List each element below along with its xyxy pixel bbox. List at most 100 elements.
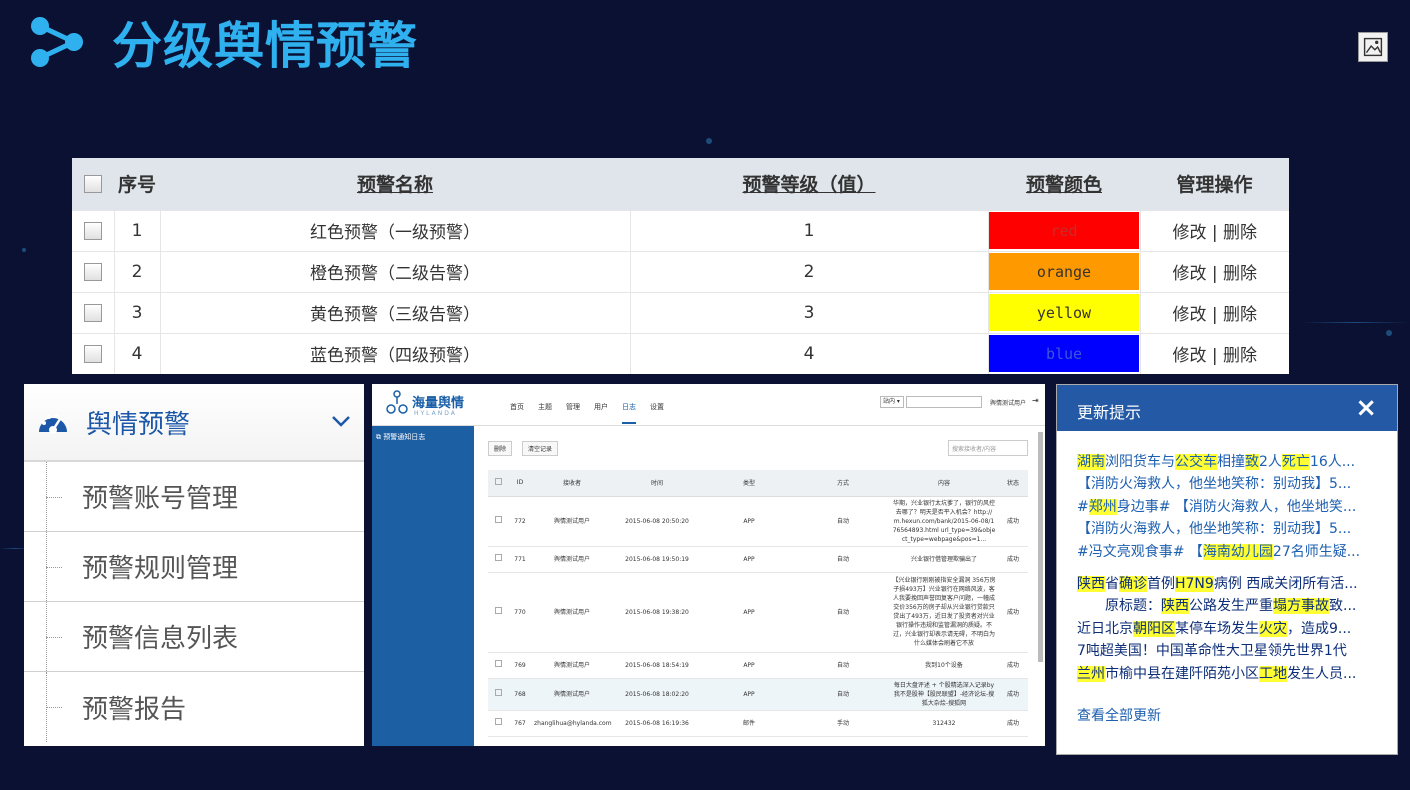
- table-row[interactable]: 769 舆情测试用户 2015-06-08 18:54:19 APP 自动 我到10个设备…: [488, 652, 1028, 679]
- nav-settings[interactable]: 设置: [650, 402, 664, 424]
- close-icon[interactable]: ×: [1355, 393, 1377, 423]
- update-item[interactable]: 陕西省确诊首例H7N9病例 西咸关闭所有活...: [1077, 573, 1377, 595]
- checkbox[interactable]: [83, 344, 102, 363]
- bg-dot: [706, 138, 712, 144]
- row-select[interactable]: [72, 250, 115, 292]
- checkbox[interactable]: [494, 718, 502, 725]
- brand-name: 海量舆情: [412, 396, 465, 411]
- checkbox[interactable]: [83, 262, 102, 281]
- menu-item-list[interactable]: 预警信息列表: [24, 602, 364, 672]
- edit-link[interactable]: 修改: [1172, 305, 1206, 325]
- edit-link[interactable]: 修改: [1172, 346, 1206, 366]
- logout-icon[interactable]: ⇥: [1032, 396, 1039, 405]
- table-row[interactable]: 771 舆情测试用户 2015-06-08 19:50:19 APP 自动 兴业银行借管理…: [488, 546, 1028, 573]
- update-item[interactable]: 兰州市榆中县在建阡陌苑小区工地发生人员...: [1077, 663, 1377, 685]
- nav-log[interactable]: 日志: [622, 402, 636, 424]
- checkbox[interactable]: [494, 607, 502, 614]
- delete-button[interactable]: 删除: [488, 440, 513, 456]
- log-row-select[interactable]: [488, 710, 508, 737]
- update-item[interactable]: #郑州身边事# 【消防火海救人，他坐地笑...: [1077, 496, 1377, 518]
- update-text: 发生人员...: [1287, 665, 1357, 682]
- log-row-select[interactable]: [488, 572, 508, 653]
- log-select-all[interactable]: [488, 470, 508, 497]
- row-select[interactable]: [72, 209, 115, 251]
- checkbox[interactable]: [494, 554, 502, 561]
- log-row-select[interactable]: [488, 652, 508, 679]
- chevron-down-icon[interactable]: [330, 410, 352, 432]
- nav-user[interactable]: 用户: [594, 402, 608, 424]
- menu-item-rules[interactable]: 预警规则管理: [24, 532, 364, 602]
- clear-records-button[interactable]: 清空记录: [522, 440, 559, 456]
- menu-item-report[interactable]: 预警报告: [24, 672, 364, 742]
- delete-link[interactable]: 删除: [1223, 305, 1257, 325]
- column-header-level[interactable]: 预警等级（值）: [630, 158, 988, 210]
- checkbox[interactable]: [494, 516, 502, 523]
- edit-link[interactable]: 修改: [1172, 223, 1206, 243]
- log-col-content: 内容: [890, 470, 998, 497]
- column-header-ops: 管理操作: [1140, 158, 1289, 210]
- nav-home[interactable]: 首页: [510, 402, 524, 424]
- checkbox[interactable]: [83, 221, 102, 240]
- update-item[interactable]: 近日北京朝阳区某停车场发生火灾，造成9...: [1077, 618, 1377, 640]
- menu-item-label: 预警规则管理: [82, 554, 239, 584]
- table-row[interactable]: 768 舆情测试用户 2015-06-08 18:02:20 APP 自动 每日大盘评述 …: [488, 678, 1028, 711]
- scope-select[interactable]: 站内 ▾: [880, 396, 904, 408]
- update-item[interactable]: #冯文亮观食事# 【海南幼儿园27名师生疑...: [1077, 541, 1377, 563]
- update-item[interactable]: 【消防火海救人，他坐地笑称：别动我】5...: [1077, 473, 1377, 495]
- update-item[interactable]: 湖南浏阳货车与公交车相撞致2人死亡16人...: [1077, 451, 1377, 473]
- sidebar-item-label: 预警通知日志: [383, 433, 426, 441]
- highlight-keyword: 海南幼儿园: [1202, 543, 1273, 560]
- log-time: 2015-06-08 18:02:20: [612, 678, 702, 711]
- update-text: 原标题：: [1077, 598, 1161, 615]
- column-header-name[interactable]: 预警名称: [160, 158, 630, 210]
- row-ops: 修改 | 删除: [1140, 250, 1289, 292]
- update-text: 公路发生严重: [1189, 598, 1273, 615]
- highlight-keyword: 朝阳区: [1133, 620, 1175, 637]
- current-user[interactable]: 舆情测试用户: [990, 398, 1026, 407]
- update-text: 近日北京: [1077, 620, 1133, 637]
- scrollbar[interactable]: [1038, 432, 1043, 662]
- checkbox[interactable]: [83, 303, 102, 322]
- log-id: 769: [508, 652, 532, 679]
- delete-link[interactable]: 删除: [1223, 223, 1257, 243]
- log-row-select[interactable]: [488, 546, 508, 573]
- checkbox[interactable]: [494, 689, 502, 696]
- row-select[interactable]: [72, 291, 115, 333]
- column-header-color[interactable]: 预警颜色: [988, 158, 1140, 210]
- table-row: 4 蓝色预警（四级预警） 4 blue 修改 | 删除: [72, 332, 1289, 374]
- log-mode: 手动: [796, 710, 890, 737]
- top-search-input[interactable]: [906, 396, 982, 408]
- color-swatch: yellow: [989, 294, 1139, 331]
- delete-link[interactable]: 删除: [1223, 264, 1257, 284]
- log-row-select[interactable]: [488, 678, 508, 711]
- nav-topic[interactable]: 主题: [538, 402, 552, 424]
- log-toolbar: 删除 清空记录 搜索接收者/内容: [488, 440, 1028, 456]
- select-all-checkbox[interactable]: [72, 158, 114, 210]
- menu-item-account[interactable]: 预警账号管理: [24, 462, 364, 532]
- row-select[interactable]: [72, 332, 115, 374]
- log-col-time: 时间: [612, 470, 702, 497]
- view-all-updates-link[interactable]: 查看全部更新: [1077, 705, 1161, 725]
- sidebar-item-notify-log[interactable]: ⧉ 预警通知日志: [372, 426, 474, 448]
- log-search-input[interactable]: 搜索接收者/内容: [948, 440, 1028, 456]
- table-row: 2 橙色预警（二级告警） 2 orange 修改 | 删除: [72, 250, 1289, 292]
- table-row[interactable]: 770 舆情测试用户 2015-06-08 19:38:20 APP 自动 【兴业银行刚刚…: [488, 572, 1028, 653]
- log-mode: 自动: [796, 546, 890, 573]
- nav-manage[interactable]: 管理: [566, 402, 580, 424]
- update-item[interactable]: 原标题：陕西公路发生严重塌方事故致...: [1077, 595, 1377, 617]
- log-table: ID 接收者 时间 类型 方式 内容 状态 772 舆情测试用户 2015-06-0…: [488, 470, 1028, 737]
- table-row[interactable]: 767 zhanglihua@hylanda.com 2015-06-08 16:1…: [488, 710, 1028, 737]
- log-row-select[interactable]: [488, 496, 508, 547]
- update-item[interactable]: 7吨超美国！中国革命性大卫星领先世界1代: [1077, 640, 1377, 662]
- edit-link[interactable]: 修改: [1172, 264, 1206, 284]
- checkbox[interactable]: [494, 478, 502, 486]
- image-icon[interactable]: [1358, 32, 1388, 62]
- row-level: 3: [630, 291, 989, 333]
- menu-header[interactable]: 舆情预警: [24, 384, 364, 462]
- checkbox[interactable]: [84, 175, 102, 194]
- row-no: 1: [114, 209, 161, 251]
- update-item[interactable]: 【消防火海救人，他坐地笑称：别动我】5...: [1077, 518, 1377, 540]
- delete-link[interactable]: 删除: [1223, 346, 1257, 366]
- checkbox[interactable]: [494, 660, 502, 667]
- table-row[interactable]: 772 舆情测试用户 2015-06-08 20:50:20 APP 自动 华期，兴业银行…: [488, 496, 1028, 547]
